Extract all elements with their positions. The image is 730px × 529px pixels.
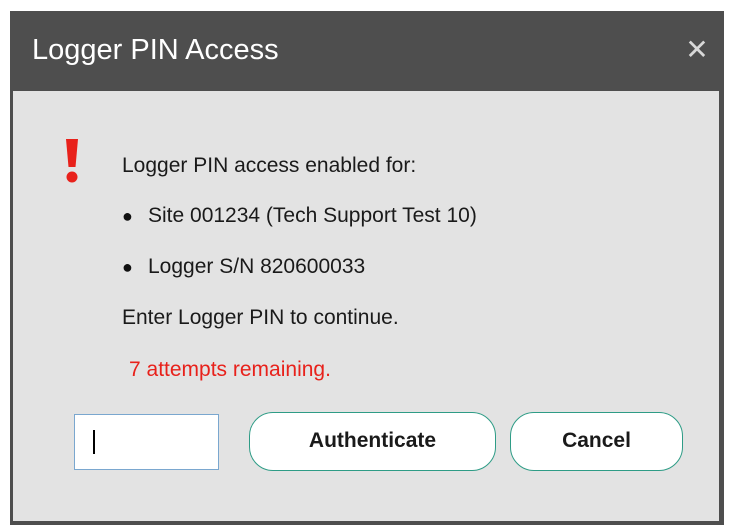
title-bar: Logger PIN Access ✕ bbox=[10, 11, 724, 91]
list-item-site: Site 001234 (Tech Support Test 10) bbox=[148, 204, 477, 227]
text-cursor bbox=[93, 430, 95, 454]
authenticate-button[interactable]: Authenticate bbox=[249, 412, 496, 471]
list-item-logger: Logger S/N 820600033 bbox=[148, 255, 366, 278]
intro-text: Logger PIN access enabled for: bbox=[122, 154, 417, 177]
bullet-icon: ● bbox=[122, 206, 133, 226]
dialog-title: Logger PIN Access bbox=[32, 34, 279, 66]
dialog-body: Logger PIN access enabled for: ● Site 00… bbox=[13, 91, 719, 521]
cancel-button[interactable]: Cancel bbox=[510, 412, 683, 471]
pin-input[interactable] bbox=[74, 414, 219, 470]
bullet-icon: ● bbox=[122, 257, 133, 277]
instruction-text: Enter Logger PIN to continue. bbox=[122, 306, 399, 329]
exclamation-icon bbox=[66, 139, 78, 183]
attempts-remaining-text: 7 attempts remaining. bbox=[129, 358, 331, 381]
pin-access-dialog: Logger PIN Access ✕ Logger PIN access en… bbox=[10, 11, 724, 525]
close-icon[interactable]: ✕ bbox=[680, 33, 714, 67]
